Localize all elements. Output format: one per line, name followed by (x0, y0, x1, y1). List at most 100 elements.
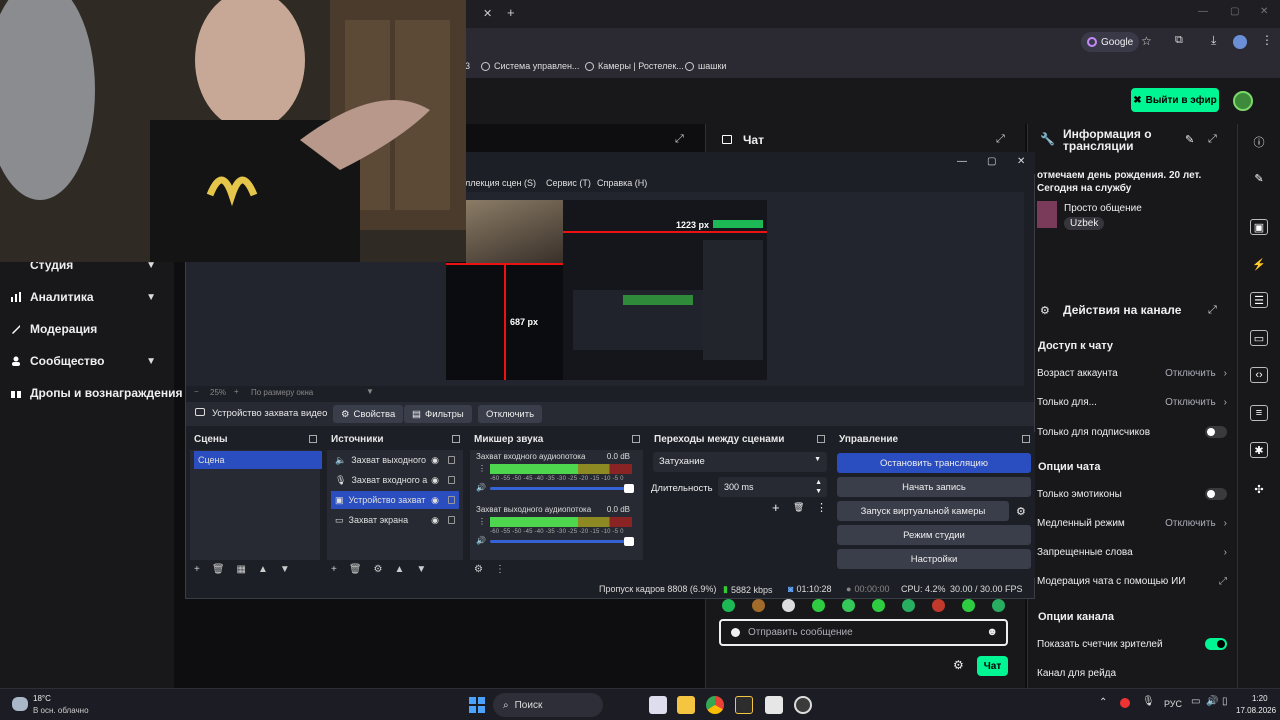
chat-input[interactable]: Отправить сообщение ☻ (719, 619, 1008, 646)
bookmark-item[interactable]: Камеры | Ростелек... (585, 61, 684, 71)
mic-icon[interactable]: 🎙 (1142, 696, 1155, 707)
maximize-window-icon[interactable]: ▢ (1230, 6, 1239, 17)
visibility-icon[interactable]: ◉ (431, 495, 439, 506)
filters-button[interactable]: ▤ Фильтры (404, 405, 472, 423)
popout-icon[interactable]: ⤢ (1208, 133, 1217, 146)
tag-badge[interactable]: Uzbek (1064, 217, 1105, 230)
deactivate-button[interactable]: Отключить (478, 405, 543, 423)
avatar[interactable] (1233, 91, 1253, 111)
bolt-icon[interactable]: ⚡ (1248, 253, 1270, 275)
taskbar-search[interactable]: ⌕ Поиск (493, 693, 603, 717)
menu-help[interactable]: Справка (H) (597, 178, 647, 188)
volume-slider[interactable] (490, 484, 634, 493)
speaker-icon[interactable]: 🔊 (476, 483, 486, 492)
emote-icon[interactable] (752, 599, 765, 612)
settings-icon[interactable]: ✣ (1248, 478, 1270, 500)
preview-canvas[interactable]: 1223 px 687 px (446, 200, 767, 380)
filter-icon[interactable]: ▦ (237, 564, 246, 575)
emote-icon[interactable] (992, 599, 1005, 612)
move-down-icon[interactable]: ▼ (280, 564, 290, 575)
emotes-only-toggle[interactable] (1205, 488, 1227, 500)
settings-button[interactable]: Настройки (837, 549, 1031, 569)
bookmark-item[interactable]: Система управлен... (481, 61, 579, 71)
popout-icon[interactable]: ⤢ (675, 133, 684, 146)
store-icon[interactable] (765, 696, 783, 714)
gear-icon[interactable]: ⚙ (1016, 505, 1026, 518)
obs-icon[interactable] (794, 696, 812, 714)
move-down-icon[interactable]: ▼ (416, 564, 426, 575)
source-item[interactable]: ▣ Устройство захват ◉ (331, 491, 459, 509)
slow-mode-row[interactable]: Медленный режим Отключить › (1037, 518, 1227, 529)
banned-words-row[interactable]: Запрещенные слова › (1037, 547, 1227, 558)
source-item[interactable]: 🎙 Захват входного а ◉ (331, 471, 459, 489)
star-icon[interactable]: ☆ (1141, 34, 1152, 48)
volume-icon[interactable]: 🔊 (1206, 696, 1218, 707)
trash-icon[interactable]: 🗑 (793, 502, 804, 513)
zoom-out-icon[interactable]: − (194, 387, 199, 396)
clock-date[interactable]: 17.08.2026 (1236, 706, 1276, 715)
go-live-button[interactable]: ✖ Выйти в эфир (1131, 88, 1219, 112)
menu-icon[interactable]: ⋮ (1261, 33, 1273, 47)
close-window-icon[interactable]: ✕ (1017, 156, 1025, 167)
nav-item-drops[interactable]: Дропы и вознаграждения (10, 382, 184, 404)
lock-icon[interactable] (448, 516, 455, 524)
emote-icon[interactable] (782, 599, 795, 612)
search-engine-chip[interactable]: Google (1081, 32, 1140, 52)
profile-icon[interactable] (1233, 35, 1247, 49)
speaker-icon[interactable]: 🔊 (476, 536, 486, 545)
add-icon[interactable]: + (772, 500, 780, 515)
undock-icon[interactable] (1022, 435, 1030, 443)
ai-moderation-row[interactable]: Модерация чата с помощью ИИ ⤢ (1037, 576, 1227, 587)
chat-settings-icon[interactable]: ⚙ (953, 658, 964, 672)
followers-only-row[interactable]: Только для... Отключить › (1037, 397, 1227, 408)
undock-icon[interactable] (309, 435, 317, 443)
source-item[interactable]: ▭ Захват экрана ◉ (331, 511, 459, 529)
file-explorer-icon[interactable] (677, 696, 695, 714)
transition-select[interactable]: Затухание ▼ (653, 452, 827, 472)
extensions-icon[interactable]: ⧉ (1175, 34, 1183, 47)
close-window-icon[interactable]: ✕ (1260, 6, 1268, 17)
lock-icon[interactable] (448, 456, 455, 464)
tray-app-icon[interactable] (1120, 698, 1130, 708)
kebab-icon[interactable]: ⋮ (816, 501, 827, 514)
gear-icon[interactable]: ⚙ (474, 564, 483, 575)
emote-picker-icon[interactable]: ☻ (986, 626, 998, 638)
nav-item-analytics[interactable]: Аналитика ▼ (10, 286, 170, 308)
zoom-mode[interactable]: По размеру окна (251, 388, 313, 397)
wrench-icon[interactable]: ✱ (1250, 442, 1268, 458)
app-icon[interactable] (735, 696, 753, 714)
raid-channel-row[interactable]: Канал для рейда (1037, 668, 1227, 679)
undock-icon[interactable] (452, 435, 460, 443)
info-icon[interactable]: ⓘ (1248, 131, 1270, 153)
visibility-icon[interactable]: ◉ (431, 515, 439, 526)
scene-item[interactable]: Сцена (194, 451, 322, 469)
language-indicator[interactable]: РУС (1164, 699, 1182, 709)
account-age-row[interactable]: Возраст аккаунта Отключить › (1037, 368, 1227, 379)
trash-icon[interactable]: 🗑 (212, 564, 225, 575)
start-recording-button[interactable]: Начать запись (837, 477, 1031, 497)
source-item[interactable]: 🔈 Захват выходного ◉ (331, 451, 459, 469)
nav-item-moderation[interactable]: Модерация (10, 318, 170, 340)
lock-icon[interactable] (448, 496, 455, 504)
add-icon[interactable]: + (194, 564, 200, 575)
properties-button[interactable]: ⚙ Свойства (333, 405, 404, 423)
emote-icon[interactable] (932, 599, 945, 612)
code-icon[interactable]: ‹› (1250, 367, 1268, 383)
emote-icon[interactable] (722, 599, 735, 612)
kebab-icon[interactable]: ⋮ (478, 464, 486, 473)
battery-icon[interactable]: ▯ (1222, 696, 1228, 707)
add-icon[interactable]: + (331, 564, 337, 575)
close-tab-icon[interactable]: ✕ (483, 7, 492, 20)
emote-icon[interactable] (902, 599, 915, 612)
chat-send-button[interactable]: Чат (977, 656, 1008, 676)
visibility-icon[interactable]: ◉ (431, 475, 439, 486)
task-view-icon[interactable] (649, 696, 667, 714)
popout-icon[interactable]: ⤢ (996, 133, 1005, 146)
weather-icon[interactable] (12, 697, 28, 711)
kebab-icon[interactable]: ⋮ (495, 564, 505, 575)
clip-icon[interactable]: ▣ (1250, 219, 1268, 235)
message-icon[interactable]: ▭ (1250, 330, 1268, 346)
network-icon[interactable]: ▭ (1191, 696, 1200, 707)
emote-icon[interactable] (962, 599, 975, 612)
chrome-icon[interactable] (706, 696, 724, 714)
